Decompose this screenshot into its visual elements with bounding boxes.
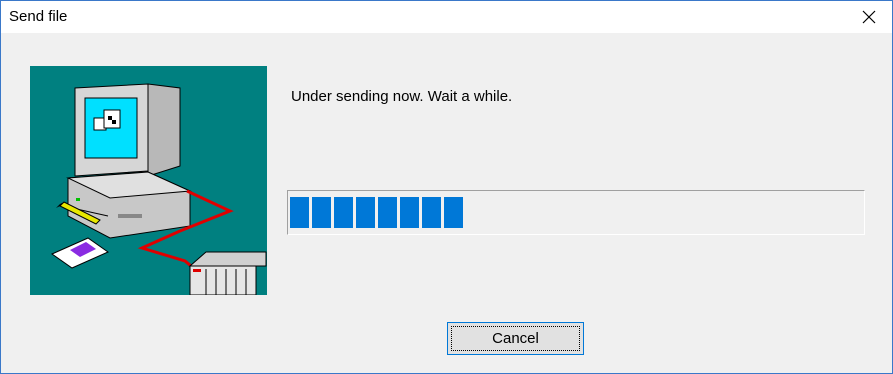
- title-bar[interactable]: Send file: [1, 1, 892, 33]
- progress-segment: [334, 197, 353, 228]
- progress-segment: [356, 197, 375, 228]
- dialog-body: Under sending now. Wait a while. Cancel: [1, 33, 892, 373]
- close-icon: [862, 10, 876, 24]
- progress-segment: [312, 197, 331, 228]
- progress-segment: [422, 197, 441, 228]
- cancel-button[interactable]: Cancel: [447, 322, 584, 355]
- send-file-dialog: Send file Under sending now. Wait a whil…: [0, 0, 893, 374]
- progress-segment: [444, 197, 463, 228]
- pc-to-plc-transfer-illustration: [30, 66, 267, 295]
- close-button[interactable]: [846, 1, 892, 33]
- progress-segment: [400, 197, 419, 228]
- progress-fill: [290, 197, 466, 228]
- status-message: Under sending now. Wait a while.: [291, 88, 513, 105]
- window-title: Send file: [9, 8, 68, 25]
- progress-segment: [290, 197, 309, 228]
- progress-bar: [287, 190, 865, 235]
- progress-segment: [378, 197, 397, 228]
- cancel-button-label: Cancel: [451, 326, 580, 351]
